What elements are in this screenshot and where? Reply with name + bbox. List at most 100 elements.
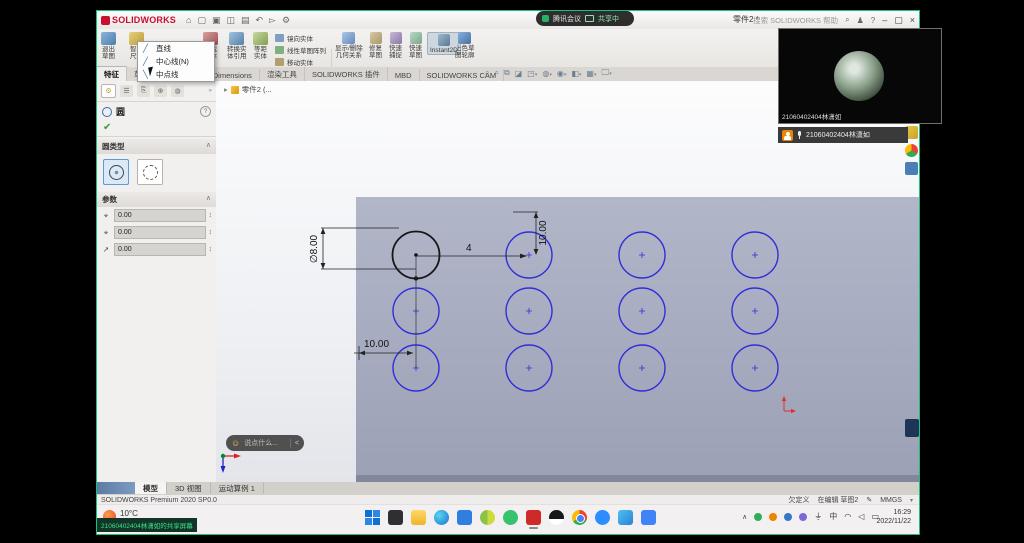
close-button[interactable]: × [910,15,915,25]
display-pane-tab[interactable]: ◍ [171,85,184,97]
open-file-icon[interactable]: ▣ [212,11,221,29]
tab-solidworks-addins[interactable]: SOLIDWORKS 插件 [305,67,388,81]
rapid-sketch-button[interactable]: 快速 草图 [409,32,422,59]
wechat-icon[interactable] [503,510,518,525]
help-search-input[interactable]: 搜索 SOLIDWORKS 帮助 [753,15,838,26]
print-icon[interactable]: ▤ [241,11,250,29]
spinner-icon[interactable]: ↕ [209,229,213,236]
collapse-chat-icon[interactable]: < [295,440,299,447]
microsoft-store-icon[interactable] [457,510,472,525]
apply-scene-icon[interactable]: ▦▾ [586,69,596,78]
panel-overflow-icon[interactable]: » [209,88,212,94]
list-shortcut-icon[interactable] [905,162,918,175]
mirror-entities-button[interactable]: 镜向实体 [275,33,313,43]
vertical-spacing-label[interactable]: 10.00 [538,220,549,245]
tab-render-tools[interactable]: 渲染工具 [260,67,305,81]
center-x-field[interactable]: 0.00 [114,209,206,222]
tray-app-icon[interactable] [799,513,807,521]
undo-icon[interactable]: ↶ [256,11,264,29]
featuremanager-tree-tab[interactable]: ☰ [120,85,133,97]
wifi-icon[interactable]: ◠ [844,512,851,521]
ok-check-button[interactable]: ✔ [103,122,111,133]
home-icon[interactable]: ⌂ [186,11,191,29]
circle-type-section-header[interactable]: 圆类型 ∧ [97,139,216,154]
edge-browser-icon[interactable] [434,510,449,525]
spinner-icon[interactable]: ↕ [209,246,213,253]
edit-appearance-icon[interactable]: ◧▾ [571,69,581,78]
meeting-share-pill[interactable]: 腾讯会议 共享中 [536,11,634,26]
units-caret-icon[interactable]: ▾ [910,497,913,504]
ime-indicator[interactable]: 中 [829,511,837,522]
units-selector[interactable]: MMGS [880,497,902,504]
zoom-fit-icon[interactable]: ⌕ [485,68,489,78]
tab-model[interactable]: 模型 [135,482,167,494]
volume-icon[interactable]: ◁ [858,512,864,521]
view-settings-icon[interactable]: 🖵▾ [601,68,611,78]
meeting-video-window[interactable]: 21060402404林潇如 [778,28,942,124]
dimxpert-tab[interactable]: ⊕ [154,85,167,97]
convert-entities-button[interactable]: 转换实 体引用 [227,32,247,60]
configurations-tab[interactable]: ⎘ [137,85,150,97]
microphone-tray-icon[interactable]: ⏚ [814,511,822,522]
center-y-field[interactable]: 0.00 [114,226,206,239]
tray-green-icon[interactable] [754,513,762,521]
display-delete-relations-button[interactable]: 显示/删除 几何关系 [335,32,363,59]
part-face[interactable] [356,197,920,475]
chat-input-placeholder[interactable]: 说点什么... [244,438,278,448]
user-account-icon[interactable]: ♟ [857,16,864,25]
restore-button[interactable]: ▢ [894,15,903,26]
diameter-dimension-label[interactable]: ∅8.00 [309,234,320,263]
pattern-count-label[interactable]: 4 [466,243,472,254]
hide-show-items-icon[interactable]: ◉▾ [557,69,567,78]
meeting-participant-bar[interactable]: 21060402404林潇如 [778,127,908,143]
horizontal-spacing-label[interactable]: 10.00 [364,339,389,350]
repair-sketch-button[interactable]: 修复 草图 [369,32,382,59]
tencent-meeting-icon[interactable] [595,510,610,525]
desktop-panel-icon[interactable] [905,419,919,437]
help-icon[interactable]: ? [871,16,875,25]
solidworks-taskbar-icon[interactable] [526,510,541,525]
tray-headset-icon[interactable] [784,513,792,521]
tencent-docs-icon[interactable] [618,510,633,525]
view-orientation-icon[interactable]: ◳▾ [527,69,537,78]
exit-sketch-button[interactable]: 退出 草图 [101,32,116,60]
offset-entities-button[interactable]: 等距 实体 [253,32,268,60]
meeting-chat-pill[interactable]: ☺ 说点什么... < [226,435,304,451]
minimize-button[interactable]: – [882,15,887,25]
chrome-icon[interactable] [572,510,587,525]
section-view-icon[interactable]: ◪ [515,69,523,78]
menu-item-centerline[interactable]: ╱ 中心线(N) [138,55,214,68]
microphone-icon[interactable] [797,131,802,139]
tab-3d-views[interactable]: 3D 视图 [167,482,211,494]
panel-help-icon[interactable]: ? [200,106,211,117]
quick-snaps-button[interactable]: 快速 捕捉 [389,32,402,59]
perimeter-circle-type-button[interactable] [137,159,163,185]
parameters-section-header[interactable]: 参数 ∧ [97,192,216,207]
browser-360-icon[interactable] [480,510,495,525]
previous-view-icon[interactable]: ⧉ [504,68,510,78]
tray-user-icon[interactable] [769,513,777,521]
display-style-icon[interactable]: ◍▾ [542,69,552,78]
save-icon[interactable]: ◫ [226,11,235,29]
linear-pattern-button[interactable]: 线性草图阵列 [275,45,326,55]
tab-features[interactable]: 特征 [97,66,127,81]
file-explorer-icon[interactable] [411,510,426,525]
propertymanager-tab[interactable]: ⚙ [101,84,116,98]
emoji-icon[interactable]: ☺ [231,438,240,448]
search-icon[interactable]: ⌕ [845,15,849,25]
spinner-icon[interactable]: ↕ [209,212,213,219]
new-file-icon[interactable]: ▢ [197,11,206,29]
tab-motion-study[interactable]: 运动算例 1 [211,482,264,494]
menu-item-line[interactable]: ╱ 直线 [138,42,214,55]
chrome-shortcut-icon[interactable] [905,144,918,157]
tab-mbd[interactable]: MBD [388,69,420,81]
radius-field[interactable]: 0.00 [114,243,206,256]
taskbar-clock[interactable]: 16:29 2022/11/22 [876,508,911,526]
zoom-area-icon[interactable]: ⌕ [494,68,498,78]
edit-sketch-icon[interactable]: ✎ [866,496,872,504]
photos-icon[interactable] [641,510,656,525]
options-icon[interactable]: ⚙ [282,11,290,29]
qq-icon[interactable] [549,510,564,525]
tray-expand-icon[interactable]: ∧ [742,513,747,521]
shaded-sketch-contours-button[interactable]: 上色草 图轮廓 [455,32,475,59]
